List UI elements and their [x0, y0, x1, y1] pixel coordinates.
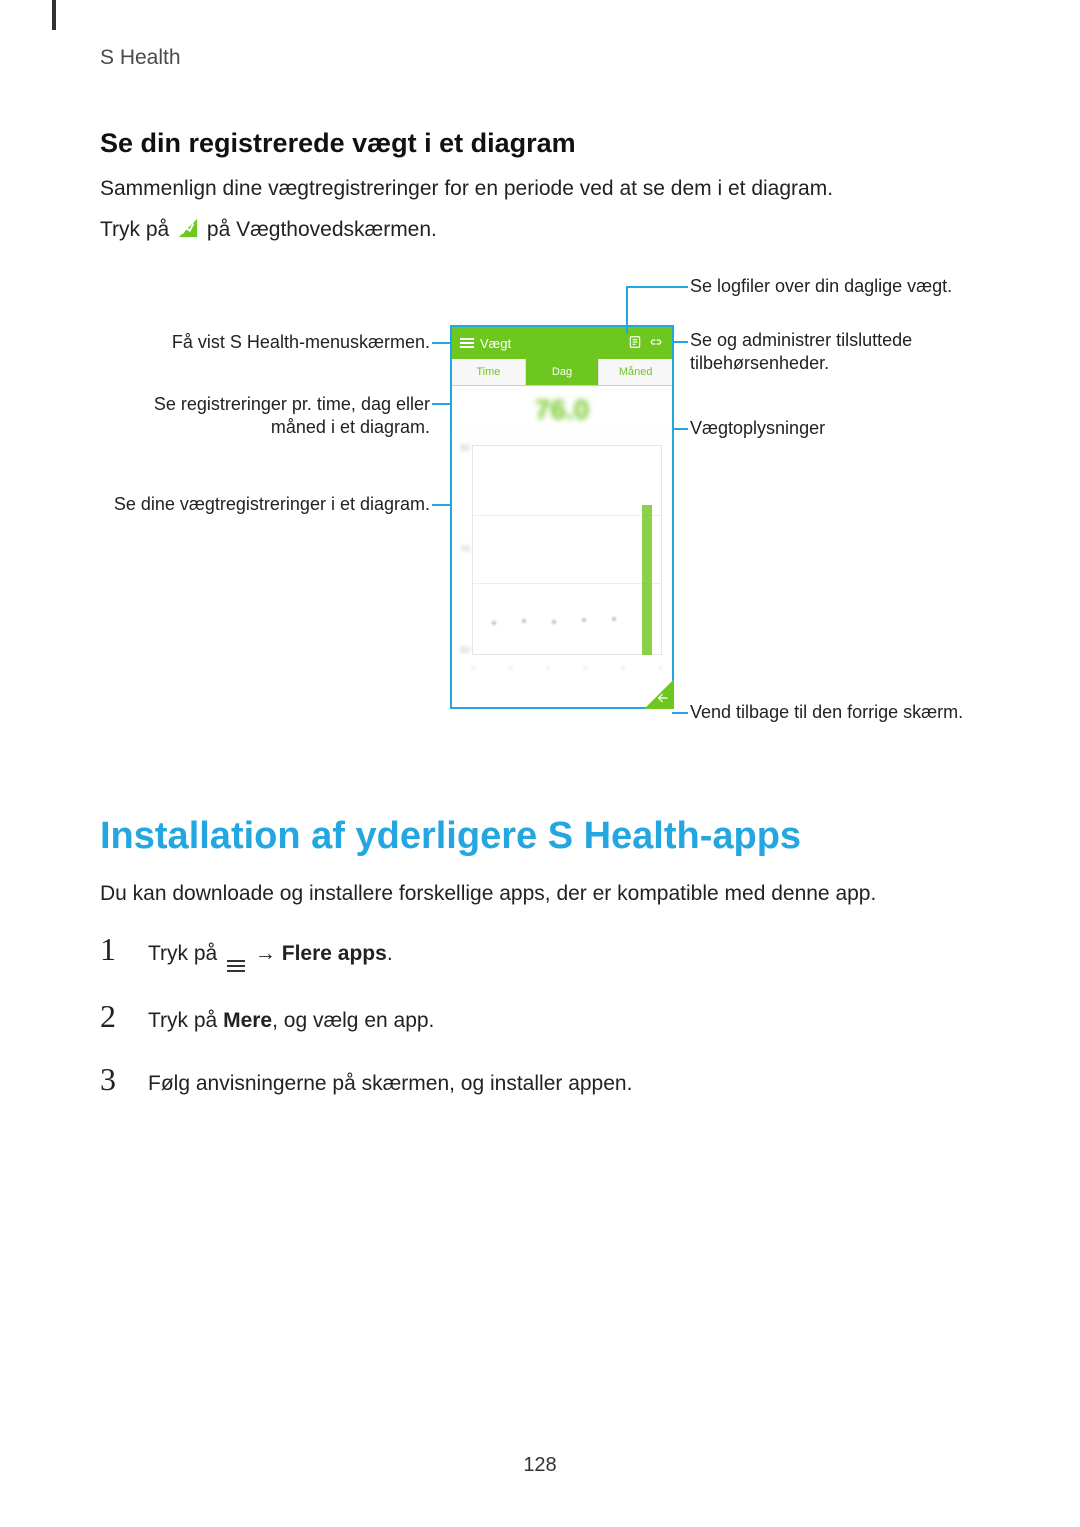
step-suffix: .: [387, 942, 393, 965]
leader-line: [672, 428, 688, 430]
step-pre: Tryk på: [148, 1009, 223, 1032]
callout-back: Vend tilbage til den forrige skærm.: [690, 701, 990, 724]
callout-accessory: Se og administrer tilsluttede tilbehørse…: [690, 329, 980, 376]
callout-tabs: Se registreringer pr. time, dag eller må…: [100, 393, 430, 440]
phone-mock: Vægt Time Dag Måned 76.0 907050: [450, 325, 674, 709]
tab-maned[interactable]: Måned: [599, 359, 672, 385]
page-number: 128: [0, 1454, 1080, 1477]
steps-list: 1 Tryk på → Flere apps. 2 Tryk på Mere, …: [100, 931, 980, 1098]
callout-chart: Se dine vægtregistreringer i et diagram.: [100, 493, 430, 516]
header-app-name: S Health: [100, 46, 980, 70]
step-2: 2 Tryk på Mere, og vælg en app.: [100, 998, 980, 1035]
page-tab-mark: [52, 0, 56, 30]
step-pre: Tryk på: [148, 942, 223, 965]
chart-icon: [177, 217, 199, 250]
step-1: 1 Tryk på → Flere apps.: [100, 931, 980, 972]
section-instruction: Tryk på på Vægthovedskærmen.: [100, 214, 980, 250]
tab-dag[interactable]: Dag: [526, 359, 600, 385]
step-bold: Mere: [223, 1009, 272, 1032]
step-text: Tryk på → Flere apps.: [148, 942, 393, 972]
menu-icon[interactable]: [460, 338, 474, 348]
tab-time[interactable]: Time: [452, 359, 526, 385]
phone-title: Vægt: [480, 336, 511, 351]
step-post: , og vælg en app.: [272, 1009, 434, 1032]
annotated-diagram: Vægt Time Dag Måned 76.0 907050: [100, 275, 980, 775]
step-text: Tryk på Mere, og vælg en app.: [148, 1009, 434, 1033]
weight-chart: 907050 ••••••: [452, 435, 672, 685]
leader-line: [432, 504, 450, 506]
callout-log: Se logfiler over din daglige vægt.: [690, 275, 990, 298]
section-title: Se din registrerede vægt i et diagram: [100, 128, 980, 159]
step-number: 1: [100, 931, 128, 968]
main-heading: Installation af yderligere S Health-apps: [100, 815, 980, 858]
callout-weight: Vægtoplysninger: [690, 417, 980, 440]
step-number: 3: [100, 1061, 128, 1098]
step-bold: Flere apps: [282, 942, 387, 965]
step-number: 2: [100, 998, 128, 1035]
leader-line: [672, 341, 688, 343]
weight-value: 76.0: [452, 386, 672, 435]
section-intro: Sammenlign dine vægtregistreringer for e…: [100, 173, 980, 206]
step-text: Følg anvisningerne på skærmen, og instal…: [148, 1072, 632, 1096]
leader-line: [432, 342, 450, 344]
phone-tabs: Time Dag Måned: [452, 359, 672, 386]
instruction-pre: Tryk på: [100, 218, 175, 241]
leader-line: [626, 286, 628, 334]
log-icon[interactable]: [628, 335, 642, 352]
phone-titlebar[interactable]: Vægt: [452, 327, 672, 359]
step-3: 3 Følg anvisningerne på skærmen, og inst…: [100, 1061, 980, 1098]
link-icon[interactable]: [648, 335, 664, 352]
menu-icon: [227, 960, 245, 972]
leader-line: [672, 712, 688, 714]
section2-intro: Du kan downloade og installere forskelli…: [100, 878, 980, 911]
leader-line: [626, 286, 688, 288]
instruction-post: på Vægthovedskærmen.: [207, 218, 437, 241]
leader-line: [432, 403, 450, 405]
arrow-icon: →: [255, 942, 276, 965]
callout-menu: Få vist S Health-menuskærmen.: [100, 331, 430, 354]
